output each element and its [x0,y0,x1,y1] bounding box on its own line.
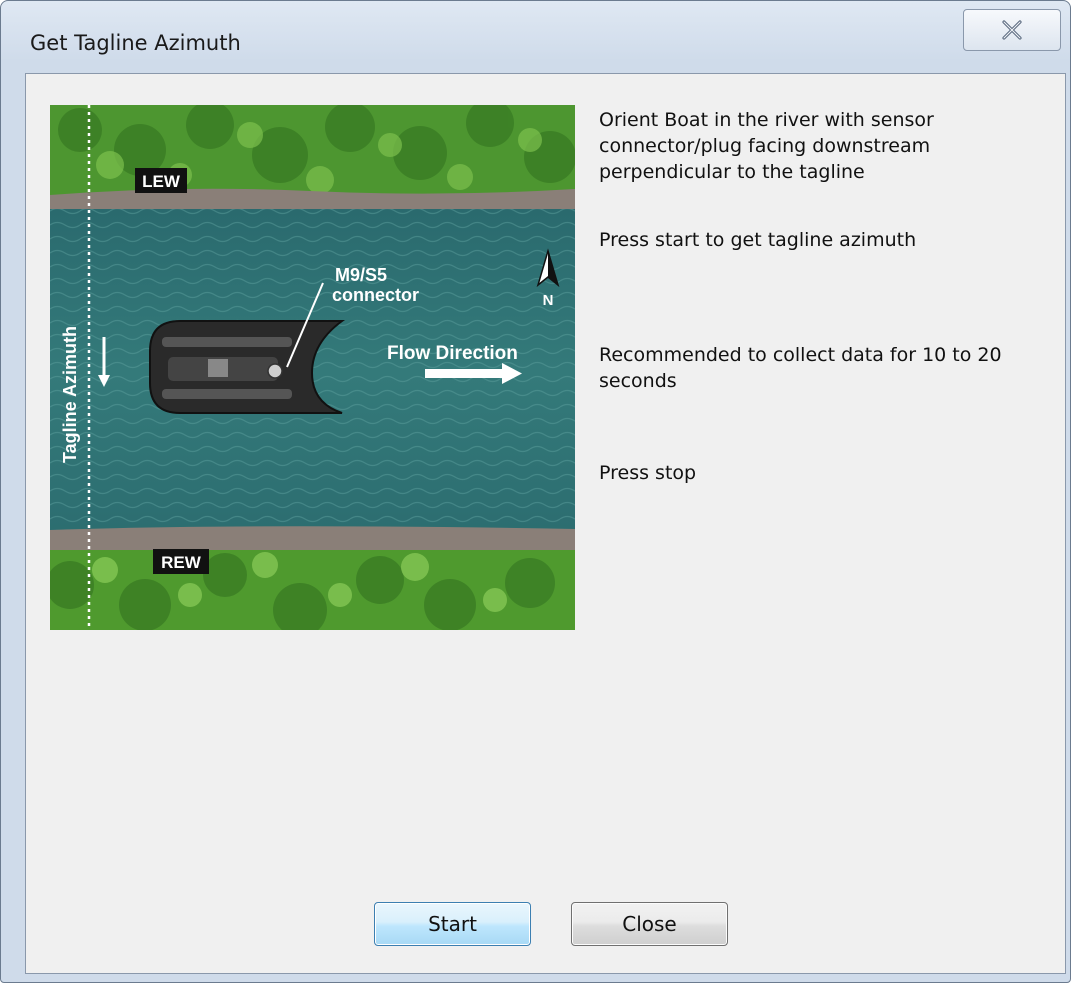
close-icon [1002,20,1022,40]
tagline-azimuth-label: Tagline Azimuth [60,326,80,463]
connector-label-line1: M9/S5 [335,265,387,285]
window-close-button[interactable] [963,9,1061,51]
window-title: Get Tagline Azimuth [30,31,241,55]
start-button[interactable]: Start [374,902,531,946]
boat-icon [149,320,346,414]
connector-label-line2: connector [332,285,419,305]
dialog-window: Get Tagline Azimuth LEW REW Tagline Azim… [0,0,1071,983]
tagline-diagram-image: LEW REW Tagline Azimuth M9/S5 connector … [50,105,575,630]
lew-label: LEW [142,172,181,191]
flow-direction-label: Flow Direction [387,343,518,364]
river-diagram: LEW REW Tagline Azimuth M9/S5 connector … [50,105,575,630]
instruction-step-1: Orient Boat in the river with sensor con… [599,109,934,183]
instruction-step-3: Recommended to collect data for 10 to 20… [599,344,1002,392]
title-bar[interactable]: Get Tagline Azimuth [1,1,1070,73]
rew-label: REW [161,553,202,572]
instruction-step-2: Press start to get tagline azimuth [599,229,917,251]
north-label: N [543,292,554,309]
connector-icon [267,363,283,379]
dialog-content: LEW REW Tagline Azimuth M9/S5 connector … [25,73,1066,974]
instruction-step-4: Press stop [599,462,697,484]
close-button[interactable]: Close [571,902,728,946]
